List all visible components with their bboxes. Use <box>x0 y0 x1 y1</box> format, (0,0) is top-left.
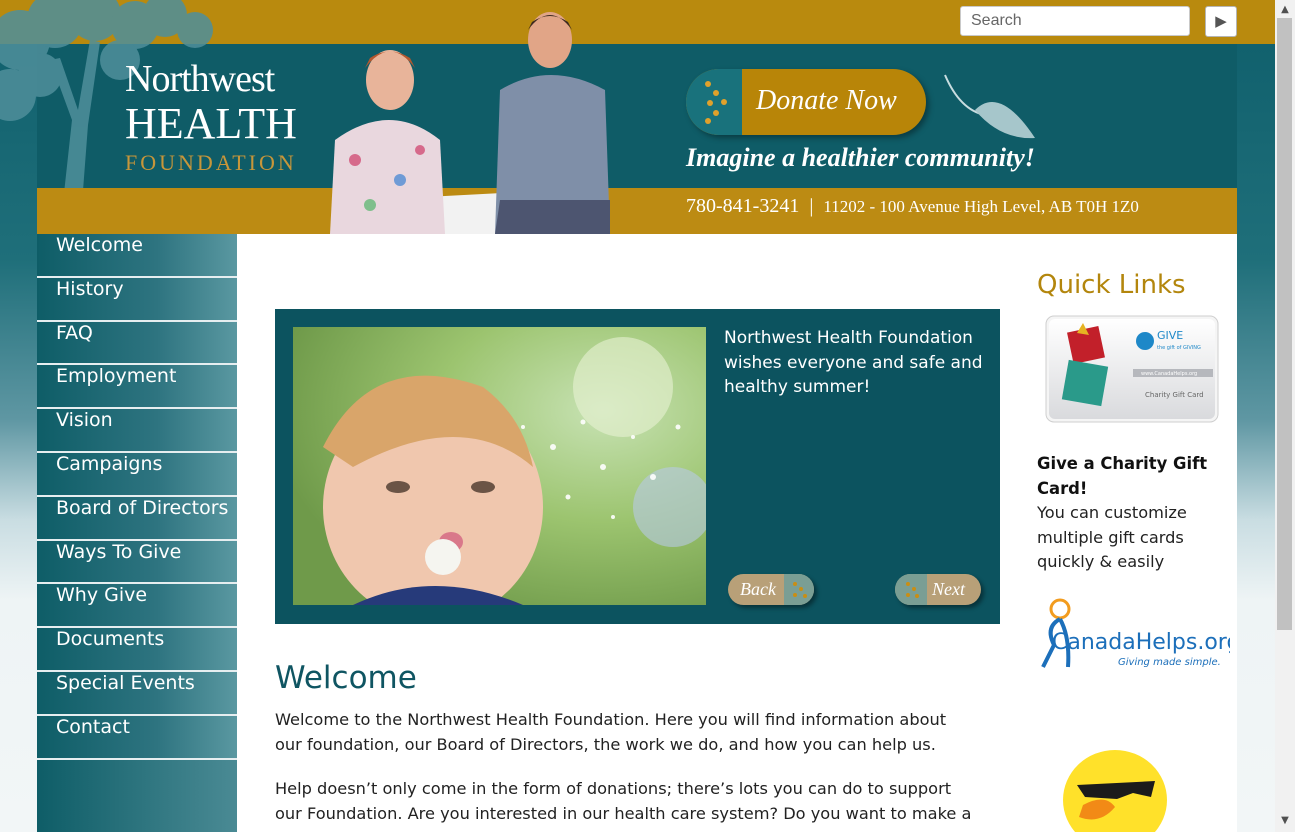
nav-item-campaigns[interactable]: Campaigns <box>37 452 237 497</box>
nav-item-ways-to-give[interactable]: Ways To Give <box>37 540 237 585</box>
gift-card-label: Charity Gift Card <box>1145 391 1204 399</box>
header-separator: | <box>809 195 814 217</box>
nav-item-welcome[interactable]: Welcome <box>37 234 237 278</box>
canadahelps-tagline: Giving made simple. <box>1118 657 1221 668</box>
slider-next-button[interactable]: Next <box>895 574 981 605</box>
welcome-paragraph-1: Welcome to the Northwest Health Foundati… <box>275 710 947 754</box>
welcome-heading: Welcome <box>275 660 417 696</box>
quick-links-title: Quick Links <box>1037 270 1186 300</box>
nav-item-faq[interactable]: FAQ <box>37 321 237 366</box>
slider-next-label: Next <box>932 579 965 599</box>
header-address: 11202 - 100 Avenue High Level, AB T0H 1Z… <box>823 197 1139 216</box>
search-submit-button[interactable]: ▶ <box>1205 6 1237 37</box>
donate-now-label: Donate Now <box>756 85 897 116</box>
canadahelps-name: CanadaHelps.org <box>1052 630 1230 655</box>
nav-item-special-events[interactable]: Special Events <box>37 671 237 716</box>
logo-line-northwest[interactable]: Northwest <box>125 57 275 101</box>
slider-back-button[interactable]: Back <box>728 574 814 605</box>
charity-gift-card-image[interactable]: GIVE the gift of GIVING www.CanadaHelps.… <box>1045 315 1219 423</box>
slider-back-label: Back <box>740 579 776 599</box>
rubber-duck-image <box>1063 750 1167 832</box>
nav-item-board-of-directors[interactable]: Board of Directors <box>37 496 237 541</box>
nav-item-contact[interactable]: Contact <box>37 715 237 760</box>
dots-icon <box>793 582 807 598</box>
scrollbar-thumb[interactable] <box>1277 18 1292 630</box>
nav-item-history[interactable]: History <box>37 277 237 322</box>
header-contact-line: 780-841-3241 | 11202 - 100 Avenue High L… <box>686 195 1139 218</box>
slide-caption: Northwest Health Foundation wishes every… <box>724 328 983 397</box>
welcome-paragraph-2: Help doesn’t only come in the form of do… <box>275 779 972 823</box>
gift-card-description: You can customize multiple gift cards qu… <box>1037 503 1187 571</box>
nav-item-vision[interactable]: Vision <box>37 409 237 453</box>
header-phone: 780-841-3241 <box>686 195 800 217</box>
dots-icon <box>906 582 919 598</box>
dots-icon <box>705 81 727 124</box>
sidebar-nav: Welcome History FAQ Employment Vision Ca… <box>37 234 237 832</box>
leaf-icon <box>944 74 1035 139</box>
search-input[interactable] <box>960 6 1190 36</box>
nav-item-documents[interactable]: Documents <box>37 628 237 672</box>
header-tagline: Imagine a healthier community! <box>686 143 1035 172</box>
canadahelps-logo[interactable]: CanadaHelps.org Giving made simple. <box>1040 597 1230 672</box>
logo-line-health[interactable]: HEALTH <box>125 98 297 149</box>
gift-card-brand-sub: the gift of GIVING <box>1157 345 1201 351</box>
staff-photo <box>330 12 610 234</box>
slide-photo-child-dandelion <box>293 327 706 605</box>
nav-item-employment[interactable]: Employment <box>37 365 237 410</box>
gift-card-heading: Give a Charity Gift Card! <box>1037 454 1208 498</box>
logo-line-foundation[interactable]: FOUNDATION <box>125 150 297 176</box>
nav-item-why-give[interactable]: Why Give <box>37 584 237 629</box>
donate-now-button[interactable]: Donate Now <box>686 69 926 135</box>
gift-card-url: www.CanadaHelps.org <box>1141 371 1197 377</box>
gift-card-brand: GIVE <box>1157 329 1183 342</box>
scroll-up-arrow-icon[interactable]: ▲ <box>1279 4 1291 16</box>
scroll-down-arrow-icon[interactable]: ▼ <box>1279 815 1291 827</box>
